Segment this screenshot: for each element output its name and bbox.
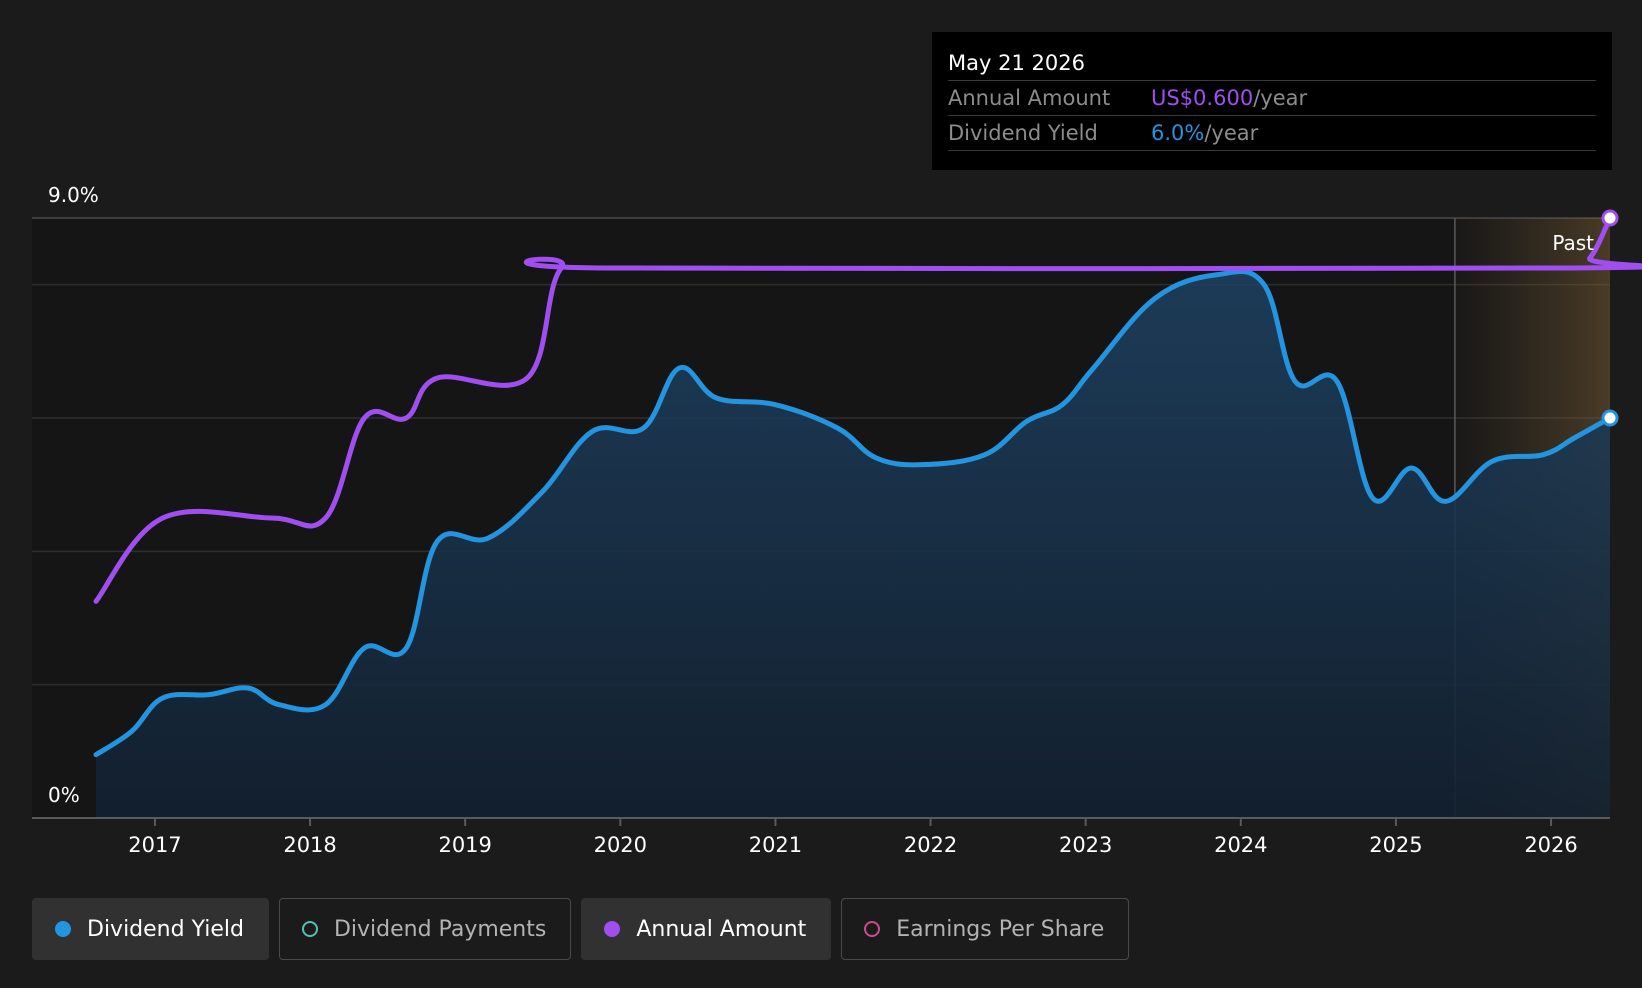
tooltip-value: US$0.600 [1151,86,1254,110]
legend-earnings-per-share[interactable]: Earnings Per Share [841,898,1130,960]
x-tick-label: 2018 [283,833,336,857]
x-ticks: 2017 2018 2019 2020 2021 2022 2023 2024 2025 2026 [128,818,1578,857]
tooltip-unit: /year [1253,86,1308,110]
legend: Dividend Yield Dividend Payments Annual … [32,898,1130,960]
legend-dividend-payments[interactable]: Dividend Payments [278,898,572,960]
legend-label: Earnings Per Share [896,916,1105,942]
x-tick-label: 2021 [749,833,802,857]
legend-label: Annual Amount [636,916,807,942]
x-tick-label: 2023 [1059,833,1112,857]
legend-label: Dividend Payments [333,916,547,942]
annual-amount-endpoint [1601,209,1619,227]
legend-label: Dividend Yield [87,916,244,942]
hollow-dot-icon [301,921,318,937]
legend-annual-amount[interactable]: Annual Amount [581,898,832,960]
tooltip-row-annual-amount: Annual Amount US$0.600 /year [948,81,1596,116]
y-top-label: 9.0% [48,183,99,207]
x-tick-label: 2026 [1524,833,1577,857]
x-tick-label: 2024 [1214,833,1267,857]
tooltip-unit: /year [1204,121,1259,145]
x-tick-label: 2022 [904,833,957,857]
tooltip: May 21 2026 Annual Amount US$0.600 /year… [932,32,1612,170]
dividend-yield-endpoint [1601,409,1619,427]
tooltip-label: Dividend Yield [948,121,1098,145]
tooltip-row-dividend-yield: Dividend Yield 6.0% /year [948,116,1596,151]
hollow-dot-icon [864,921,881,937]
tooltip-value: 6.0% [1151,121,1205,145]
x-tick-label: 2017 [128,833,181,857]
filled-dot-icon [604,921,621,937]
tooltip-label: Annual Amount [948,86,1111,110]
x-tick-label: 2020 [594,833,647,857]
legend-dividend-yield[interactable]: Dividend Yield [32,898,269,960]
y-bottom-label: 0% [48,783,80,807]
filled-dot-icon [55,921,71,937]
past-label: Past [1552,231,1594,255]
x-tick-label: 2019 [438,833,491,857]
tooltip-date: May 21 2026 [948,46,1596,81]
x-tick-label: 2025 [1369,833,1422,857]
